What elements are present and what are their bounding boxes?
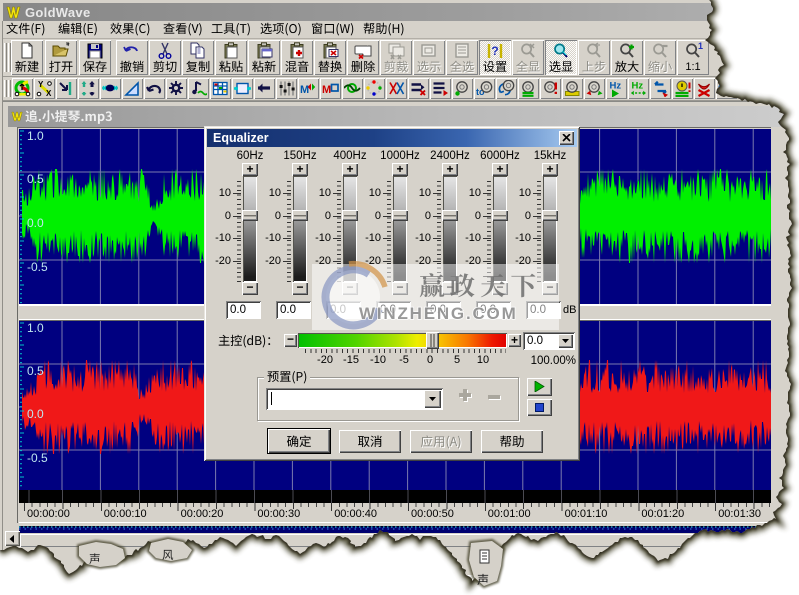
svg-text:Hz: Hz bbox=[632, 81, 644, 92]
svg-text:Y: Y bbox=[38, 80, 44, 89]
svg-text:1: 1 bbox=[698, 42, 703, 51]
svg-text:M: M bbox=[322, 84, 331, 96]
svg-text:?: ? bbox=[491, 44, 498, 58]
svg-text:X: X bbox=[46, 89, 52, 97]
svg-text:Hz: Hz bbox=[610, 81, 622, 92]
svg-text:M: M bbox=[300, 84, 309, 96]
